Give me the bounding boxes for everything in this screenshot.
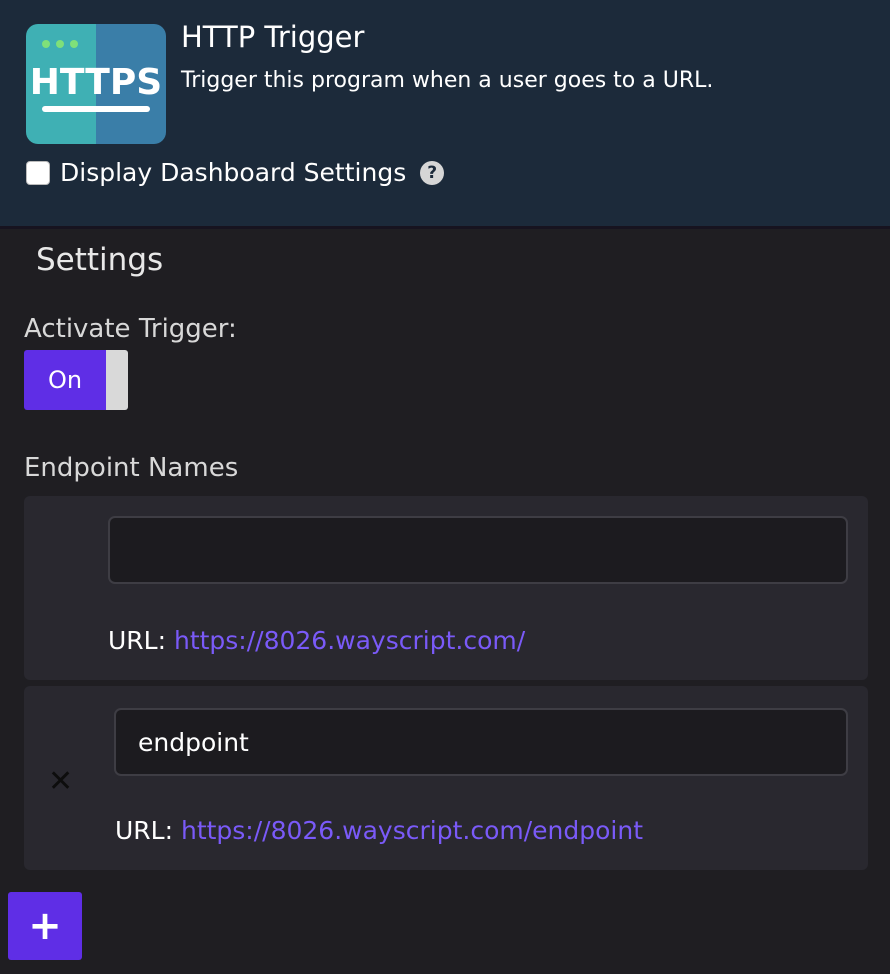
toggle-on-label[interactable]: On (24, 350, 106, 410)
url-prefix: URL: (115, 816, 181, 845)
dashboard-settings-row: Display Dashboard Settings ? (26, 158, 445, 187)
endpoint-url: URL: https://8026.wayscript.com/ (108, 626, 525, 655)
add-endpoint-button[interactable]: + (8, 892, 82, 960)
dashboard-settings-checkbox[interactable] (26, 160, 50, 185)
dashboard-settings-label[interactable]: Display Dashboard Settings (60, 158, 406, 187)
endpoint-name-input[interactable]: endpoint (114, 708, 848, 776)
activate-trigger-toggle[interactable]: On (24, 350, 128, 410)
endpoint-names-label: Endpoint Names (24, 453, 239, 483)
help-icon[interactable]: ? (420, 160, 445, 185)
endpoint-url-link[interactable]: https://8026.wayscript.com/endpoint (181, 816, 643, 845)
settings-heading: Settings (36, 242, 164, 278)
trigger-header: HTTPS HTTP Trigger Trigger this program … (0, 0, 890, 229)
logo-underline (42, 106, 150, 112)
trigger-description: Trigger this program when a user goes to… (181, 68, 714, 93)
https-logo-icon: HTTPS (26, 24, 166, 144)
endpoint-card: ✕ endpoint URL: https://8026.wayscript.c… (24, 686, 868, 870)
endpoint-url: URL: https://8026.wayscript.com/endpoint (115, 816, 643, 845)
endpoint-card: URL: https://8026.wayscript.com/ (24, 496, 868, 680)
logo-dots (42, 40, 78, 48)
endpoint-name-input[interactable] (108, 516, 848, 584)
activate-trigger-label: Activate Trigger: (24, 314, 237, 344)
trigger-title: HTTP Trigger (181, 20, 365, 54)
toggle-knob[interactable] (106, 350, 128, 410)
url-prefix: URL: (108, 626, 174, 655)
endpoint-url-link[interactable]: https://8026.wayscript.com/ (174, 626, 525, 655)
remove-endpoint-icon[interactable]: ✕ (48, 764, 73, 799)
logo-text: HTTPS (29, 62, 163, 103)
